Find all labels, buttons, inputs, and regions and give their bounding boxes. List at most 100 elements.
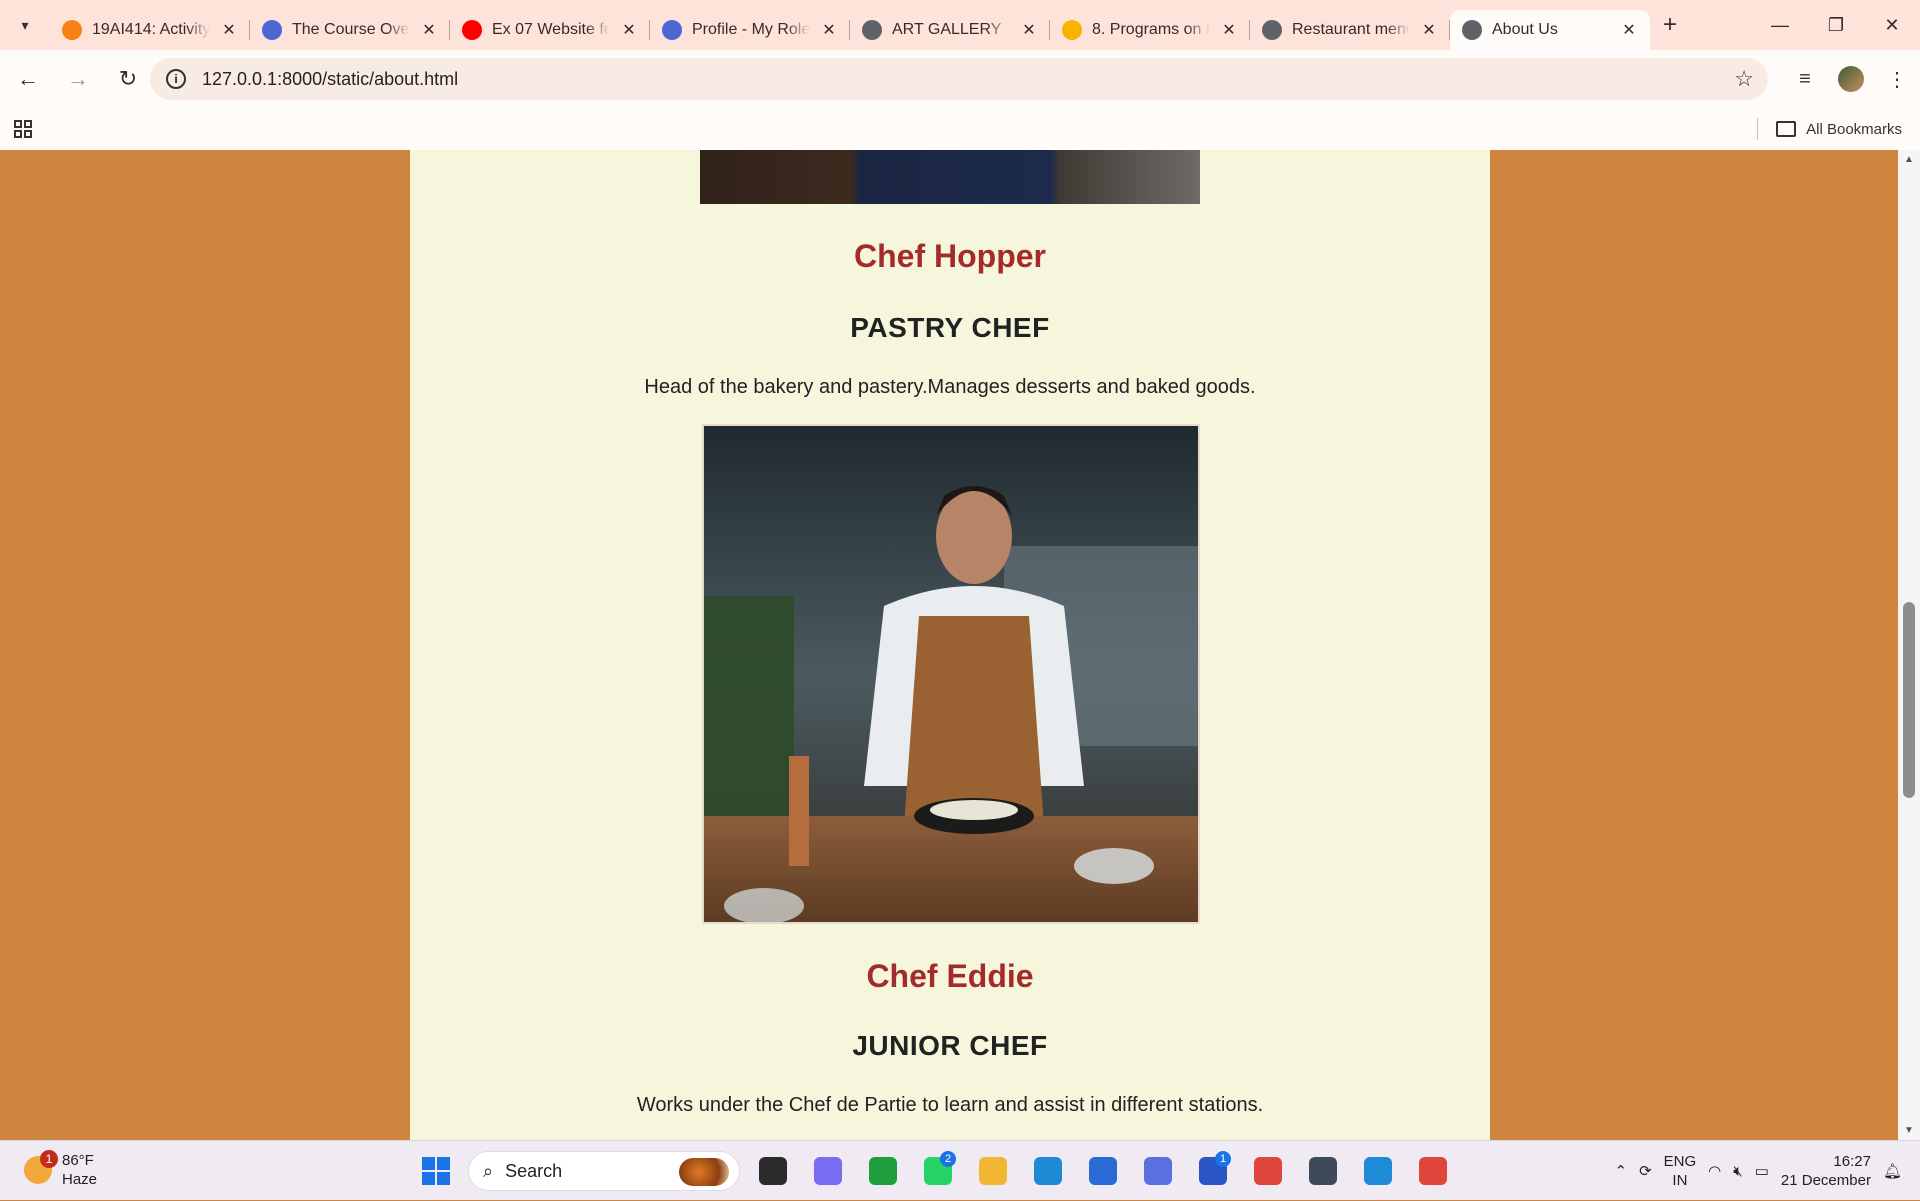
chef-role: JUNIOR CHEF [410, 1030, 1490, 1062]
moodle-icon [62, 20, 82, 40]
weather-icon: 1 [24, 1156, 52, 1184]
whatsapp-icon[interactable]: 2 [915, 1149, 960, 1193]
tab-title: Ex 07 Website for [492, 21, 610, 39]
weather-condition: Haze [62, 1170, 97, 1189]
date: 21 December [1781, 1171, 1871, 1190]
copilot-icon-glyph [814, 1157, 842, 1185]
tab-close-icon[interactable]: ✕ [1220, 20, 1238, 40]
clock[interactable]: 16:27 21 December [1781, 1152, 1871, 1190]
browser-tab[interactable]: ART GALLERY ✕ [850, 10, 1050, 50]
tab-strip: ▾ 19AI414: Activity✕The Course Overview✕… [0, 0, 1920, 50]
edge-icon-glyph [1034, 1157, 1062, 1185]
folder-icon-glyph [979, 1157, 1007, 1185]
restore-icon[interactable]: ❐ [1808, 0, 1864, 50]
browser-tab[interactable]: The Course Overview✕ [250, 10, 450, 50]
menu-kebab-icon[interactable]: ⋮ [1874, 67, 1920, 92]
arc-icon-glyph [1144, 1157, 1172, 1185]
volume-muted-icon[interactable]: 🔇︎ [1733, 1163, 1742, 1180]
weather-widget[interactable]: 1 86°F Haze [24, 1151, 97, 1189]
system-tray: ⌃ ⟳ ENG IN ◠ 🔇︎ ▭ 16:27 21 December 🔔︎ [1615, 1141, 1920, 1201]
taskbar-search[interactable]: ⌕ Search [468, 1151, 740, 1191]
chef-description: Works under the Chef de Partie to learn … [410, 1094, 1490, 1117]
browser-tab[interactable]: Profile - My Role ✕ [650, 10, 850, 50]
reload-icon[interactable]: ↻ [106, 57, 150, 101]
site-info-icon[interactable]: i [166, 69, 186, 89]
chef-name: Chef Hopper [410, 238, 1490, 275]
tab-search-chevron-icon[interactable]: ▾ [0, 0, 50, 50]
vscode-icon[interactable] [1355, 1149, 1400, 1193]
browser-tab[interactable]: Restaurant menu ✕ [1250, 10, 1450, 50]
tab-title: About Us [1492, 21, 1610, 39]
browser-tab[interactable]: Ex 07 Website for ✕ [450, 10, 650, 50]
chrome-profile-icon-glyph [1419, 1157, 1447, 1185]
browser-tab[interactable]: About Us ✕ [1450, 10, 1650, 50]
store-icon[interactable] [1080, 1149, 1125, 1193]
bookmark-star-icon[interactable]: ☆ [1734, 66, 1754, 92]
chrome-icon-glyph [1254, 1157, 1282, 1185]
chef-photo [702, 424, 1200, 924]
sync-icon[interactable]: ⟳ [1639, 1162, 1652, 1180]
all-bookmarks-button[interactable]: All Bookmarks [1776, 108, 1902, 150]
back-icon[interactable]: ← [6, 57, 50, 101]
folder-icon[interactable] [970, 1149, 1015, 1193]
tab-close-icon[interactable]: ✕ [1420, 20, 1438, 40]
about-content: Chef Hopper PASTRY CHEF Head of the bake… [410, 150, 1490, 1140]
chrome-icon[interactable] [1245, 1149, 1290, 1193]
weather-badge: 1 [40, 1150, 58, 1168]
refresh-app-icon[interactable] [860, 1149, 905, 1193]
edge-icon[interactable] [1025, 1149, 1070, 1193]
scroll-down-icon[interactable]: ▼ [1898, 1125, 1920, 1136]
media-control-icon[interactable]: ≡ [1782, 68, 1828, 91]
browser-tab[interactable]: 8. Programs on Fu✕ [1050, 10, 1250, 50]
apps-grid-icon[interactable] [0, 108, 46, 150]
tab-title: ART GALLERY [892, 21, 1010, 39]
weather-temp: 86°F [62, 1151, 97, 1170]
app-badge: 1 [1215, 1151, 1231, 1167]
vscode-icon-glyph [1364, 1157, 1392, 1185]
app-badge: 2 [940, 1151, 956, 1167]
tab-close-icon[interactable]: ✕ [420, 20, 438, 40]
chrome-profile-icon[interactable] [1410, 1149, 1455, 1193]
tab-title: Profile - My Role [692, 21, 810, 39]
tool-icon[interactable] [1300, 1149, 1345, 1193]
file-explorer-dark-icon[interactable] [750, 1149, 795, 1193]
forward-icon[interactable]: → [56, 57, 100, 101]
scrollbar-thumb[interactable] [1903, 602, 1915, 798]
close-window-icon[interactable]: ✕ [1864, 0, 1920, 50]
language-code: ENG [1664, 1152, 1697, 1171]
arc-icon[interactable] [1135, 1149, 1180, 1193]
globe-icon [862, 20, 882, 40]
tab-title: Restaurant menu [1292, 21, 1410, 39]
minimize-icon[interactable]: — [1752, 0, 1808, 50]
windows-logo-icon [422, 1157, 450, 1185]
battery-icon[interactable]: ▭ [1755, 1162, 1769, 1180]
refresh-app-icon-glyph [869, 1157, 897, 1185]
profile-avatar[interactable] [1828, 66, 1874, 92]
copilot-icon[interactable] [805, 1149, 850, 1193]
file-explorer-dark-icon-glyph [759, 1157, 787, 1185]
new-tab-button[interactable]: + [1650, 11, 1690, 39]
skillrack-icon [662, 20, 682, 40]
notification-bell-icon[interactable]: 🔔︎ [1883, 1162, 1902, 1180]
windows-taskbar: 1 86°F Haze ⌕ Search 2 1 ⌃ ⟳ ENG IN ◠ 🔇︎ … [0, 1140, 1920, 1200]
scroll-up-icon[interactable]: ▲ [1898, 154, 1920, 165]
url-text[interactable]: 127.0.0.1:8000/static/about.html [202, 69, 458, 90]
all-bookmarks-label: All Bookmarks [1806, 121, 1902, 138]
tab-title: 19AI414: Activity [92, 21, 210, 39]
browser-tab[interactable]: 19AI414: Activity ✕ [50, 10, 250, 50]
start-button[interactable] [414, 1149, 458, 1193]
tab-close-icon[interactable]: ✕ [1020, 20, 1038, 40]
tab-close-icon[interactable]: ✕ [220, 20, 238, 40]
slides-icon [1062, 20, 1082, 40]
globe-icon [1462, 20, 1482, 40]
language-indicator[interactable]: ENG IN [1664, 1152, 1697, 1190]
linkedin-learning-icon[interactable]: 1 [1190, 1149, 1235, 1193]
wifi-icon[interactable]: ◠ [1708, 1162, 1721, 1180]
tab-close-icon[interactable]: ✕ [820, 20, 838, 40]
youtube-icon [462, 20, 482, 40]
tray-overflow-icon[interactable]: ⌃ [1615, 1162, 1628, 1180]
tab-close-icon[interactable]: ✕ [620, 20, 638, 40]
tab-close-icon[interactable]: ✕ [1620, 20, 1638, 40]
address-bar[interactable]: i 127.0.0.1:8000/static/about.html ☆ [150, 58, 1768, 100]
page-scrollbar[interactable]: ▲ ▼ [1898, 150, 1920, 1140]
